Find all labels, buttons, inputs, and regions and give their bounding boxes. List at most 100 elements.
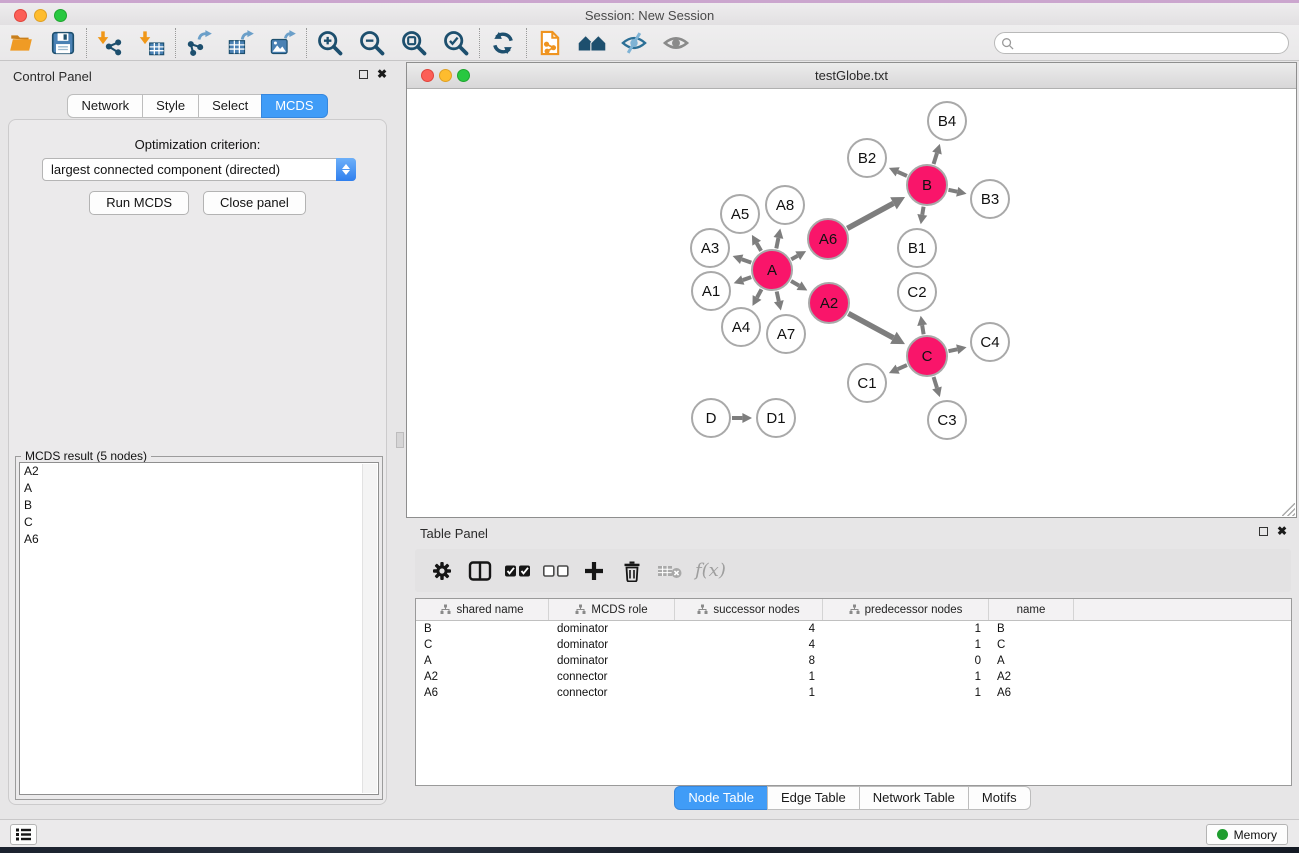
- hide-details-button[interactable]: [613, 27, 655, 59]
- table-settings-button[interactable]: [427, 556, 457, 586]
- table-cell: A2: [989, 671, 1074, 683]
- tab-style[interactable]: Style: [142, 94, 199, 118]
- task-history-button[interactable]: [10, 824, 37, 845]
- import-table-button[interactable]: [131, 27, 173, 59]
- graph-edge-C-C3[interactable]: [934, 377, 937, 388]
- delete-table-button[interactable]: [655, 556, 685, 586]
- graph-edge-A-A2[interactable]: [791, 281, 799, 286]
- houses-icon: [577, 30, 607, 56]
- graph-edge-A-A5[interactable]: [757, 243, 761, 251]
- close-panel-icon[interactable]: ✖: [1277, 526, 1287, 537]
- column-header-shared-name[interactable]: shared name: [416, 599, 549, 620]
- tab-edge-table[interactable]: Edge Table: [767, 786, 860, 810]
- table-row[interactable]: A6connector11A6: [416, 685, 1291, 701]
- function-builder-button[interactable]: f(x): [695, 560, 726, 581]
- result-item[interactable]: C: [20, 514, 378, 531]
- list-icon: [15, 827, 32, 842]
- graph-edge-A6-B[interactable]: [847, 203, 893, 228]
- toolbar-separator: [86, 28, 87, 58]
- table-cell: C: [416, 639, 549, 651]
- memory-status-icon: [1217, 829, 1228, 840]
- table-row[interactable]: A2connector11A2: [416, 669, 1291, 685]
- export-image-button[interactable]: [262, 27, 304, 59]
- graph-edge-C-C1[interactable]: [898, 365, 907, 369]
- tab-node-table[interactable]: Node Table: [674, 786, 768, 810]
- tab-network-table[interactable]: Network Table: [859, 786, 969, 810]
- resize-grip[interactable]: [1282, 503, 1295, 516]
- dropdown-stepper-icon: [336, 158, 356, 181]
- graph-edge-B-B1[interactable]: [922, 207, 923, 215]
- graph-edge-B-B3[interactable]: [948, 190, 957, 192]
- column-header-MCDS-role[interactable]: MCDS role: [549, 599, 675, 620]
- float-panel-icon[interactable]: [359, 70, 368, 79]
- tab-mcds[interactable]: MCDS: [261, 94, 327, 118]
- table-row[interactable]: Cdominator41C: [416, 637, 1291, 653]
- deselect-all-columns-button[interactable]: [541, 556, 571, 586]
- select-all-columns-button[interactable]: [503, 556, 533, 586]
- graph-edge-A2-C[interactable]: [848, 313, 893, 337]
- graph-node-label: A1: [702, 283, 720, 300]
- graph-edge-A-A8[interactable]: [776, 238, 778, 248]
- table-row[interactable]: Adominator80A: [416, 653, 1291, 669]
- zoom-selected-button[interactable]: [435, 27, 477, 59]
- graph-edge-A-A3[interactable]: [742, 259, 752, 262]
- graph-edge-C-C2[interactable]: [922, 325, 923, 334]
- graph-edge-A-A4[interactable]: [757, 289, 761, 297]
- graph-edge-A-A6[interactable]: [791, 256, 797, 260]
- result-item[interactable]: A2: [20, 463, 378, 480]
- float-panel-icon[interactable]: [1259, 527, 1268, 536]
- graph-edge-C-C4[interactable]: [948, 349, 957, 351]
- open-session-button[interactable]: [0, 27, 42, 59]
- tab-select[interactable]: Select: [198, 94, 262, 118]
- zoom-in-button[interactable]: [309, 27, 351, 59]
- network-document-button[interactable]: [529, 27, 571, 59]
- show-details-button[interactable]: [655, 27, 697, 59]
- memory-label: Memory: [1234, 828, 1277, 842]
- import-network-button[interactable]: [89, 27, 131, 59]
- eye-slash-icon: [620, 29, 648, 57]
- result-item[interactable]: A6: [20, 531, 378, 548]
- network-document-icon: [536, 29, 564, 57]
- split-pane-handle[interactable]: [396, 432, 404, 448]
- close-panel-icon[interactable]: ✖: [377, 69, 387, 80]
- memory-button[interactable]: Memory: [1206, 824, 1288, 845]
- table-panel-tabs: Node TableEdge TableNetwork TableMotifs: [406, 786, 1299, 810]
- zoom-out-button[interactable]: [351, 27, 393, 59]
- network-window-titlebar[interactable]: testGlobe.txt: [407, 63, 1296, 89]
- export-network-button[interactable]: [178, 27, 220, 59]
- split-view-button[interactable]: [465, 556, 495, 586]
- zoom-in-icon: [316, 29, 344, 57]
- search-icon: [1001, 37, 1014, 50]
- delete-columns-button[interactable]: [617, 556, 647, 586]
- table-cell: 1: [675, 687, 823, 699]
- scrollbar-track[interactable]: [362, 464, 377, 793]
- zoom-fit-button[interactable]: [393, 27, 435, 59]
- graph-edge-B-B2[interactable]: [898, 172, 907, 176]
- column-header-name[interactable]: name: [989, 599, 1074, 620]
- graph-edge-B-B4[interactable]: [934, 153, 937, 164]
- column-header-successor-nodes[interactable]: successor nodes: [675, 599, 823, 620]
- run-mcds-button[interactable]: Run MCDS: [89, 191, 189, 215]
- mcds-result-list[interactable]: A2ABCA6: [19, 462, 379, 795]
- table-row[interactable]: Bdominator41B: [416, 621, 1291, 637]
- tab-network[interactable]: Network: [67, 94, 143, 118]
- tab-motifs[interactable]: Motifs: [968, 786, 1031, 810]
- save-session-button[interactable]: [42, 27, 84, 59]
- search-input[interactable]: [1018, 36, 1288, 50]
- column-header-predecessor-nodes[interactable]: predecessor nodes: [823, 599, 989, 620]
- export-table-icon: [227, 29, 255, 57]
- criterion-dropdown[interactable]: largest connected component (directed): [42, 158, 356, 181]
- result-item[interactable]: B: [20, 497, 378, 514]
- result-item[interactable]: A: [20, 480, 378, 497]
- graph-edge-A-A7[interactable]: [777, 291, 779, 301]
- close-panel-button[interactable]: Close panel: [203, 191, 306, 215]
- add-column-button[interactable]: [579, 556, 609, 586]
- graph-node-label: C4: [980, 334, 999, 351]
- search-field[interactable]: [994, 32, 1289, 54]
- network-graph[interactable]: B4B2BB3A8A5A6A3B1AA1C2A2A4A7C4CC1DD1C3: [407, 90, 1296, 517]
- graph-edge-A-A1[interactable]: [743, 277, 751, 280]
- network-canvas[interactable]: B4B2BB3A8A5A6A3B1AA1C2A2A4A7C4CC1DD1C3: [407, 90, 1296, 517]
- export-table-button[interactable]: [220, 27, 262, 59]
- home-button[interactable]: [571, 27, 613, 59]
- refresh-view-button[interactable]: [482, 27, 524, 59]
